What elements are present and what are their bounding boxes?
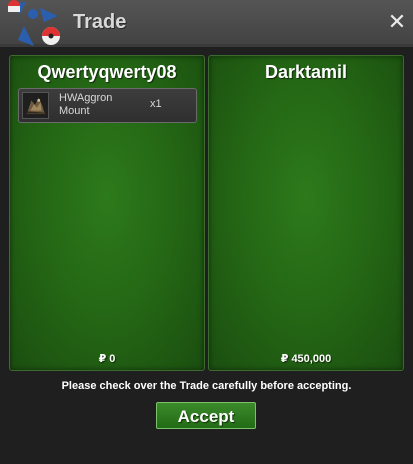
left-money-amount: ₽0: [10, 352, 204, 365]
left-trader-name: Qwertyqwerty08: [37, 62, 177, 82]
currency-symbol: ₽: [280, 353, 289, 365]
trade-item-name: HWAggron Mount: [59, 92, 113, 117]
right-money-amount: ₽450,000: [209, 352, 403, 365]
accept-button[interactable]: Accept: [156, 402, 256, 429]
window-titlebar: Trade ✕: [0, 0, 413, 46]
trade-notice: Please check over the Trade carefully be…: [61, 380, 352, 392]
right-trader-panel: Darktamil ₽450,000: [208, 55, 404, 371]
right-money-value: 450,000: [291, 353, 332, 365]
left-trader-panel: Qwertyqwerty08 HWAggron Mount x1 ₽0: [9, 55, 205, 371]
right-trader-name: Darktamil: [264, 62, 348, 82]
trade-item-quantity: x1: [150, 98, 162, 110]
pokeball-logo-icon: [8, 0, 60, 46]
window-title: Trade: [73, 11, 127, 33]
trade-item-row[interactable]: HWAggron Mount x1: [18, 88, 197, 123]
trade-window-body: Qwertyqwerty08 HWAggron Mount x1 ₽0 Dark…: [0, 46, 413, 464]
aggron-mount-icon: [22, 92, 49, 119]
currency-symbol: ₽: [98, 353, 107, 365]
left-money-value: 0: [109, 353, 116, 365]
close-icon[interactable]: ✕: [387, 11, 407, 33]
